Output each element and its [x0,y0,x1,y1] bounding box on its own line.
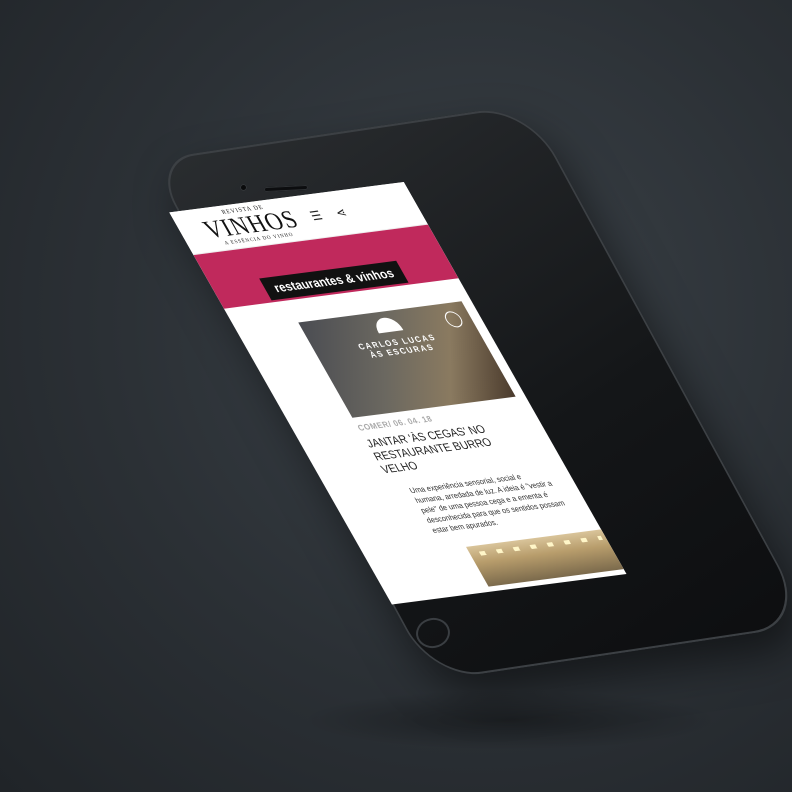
share-icon[interactable]: ⋖ [332,205,349,220]
article-title[interactable]: JANTAR 'ÀS CEGAS' NO RESTAURANTE BURRO V… [364,423,508,478]
article-excerpt: Uma experiência sensorial, social e huma… [407,471,567,536]
cloche-icon [371,316,404,334]
hamburger-icon[interactable]: ☰ [307,208,325,223]
thumb-lights [478,535,604,556]
hero-logo-badge [441,310,466,329]
site-logo[interactable]: REVISTA DE VINHOS A ESSÊNCIA DO VINHO [196,201,306,248]
phone-shadow [300,690,720,750]
front-camera [240,184,247,191]
